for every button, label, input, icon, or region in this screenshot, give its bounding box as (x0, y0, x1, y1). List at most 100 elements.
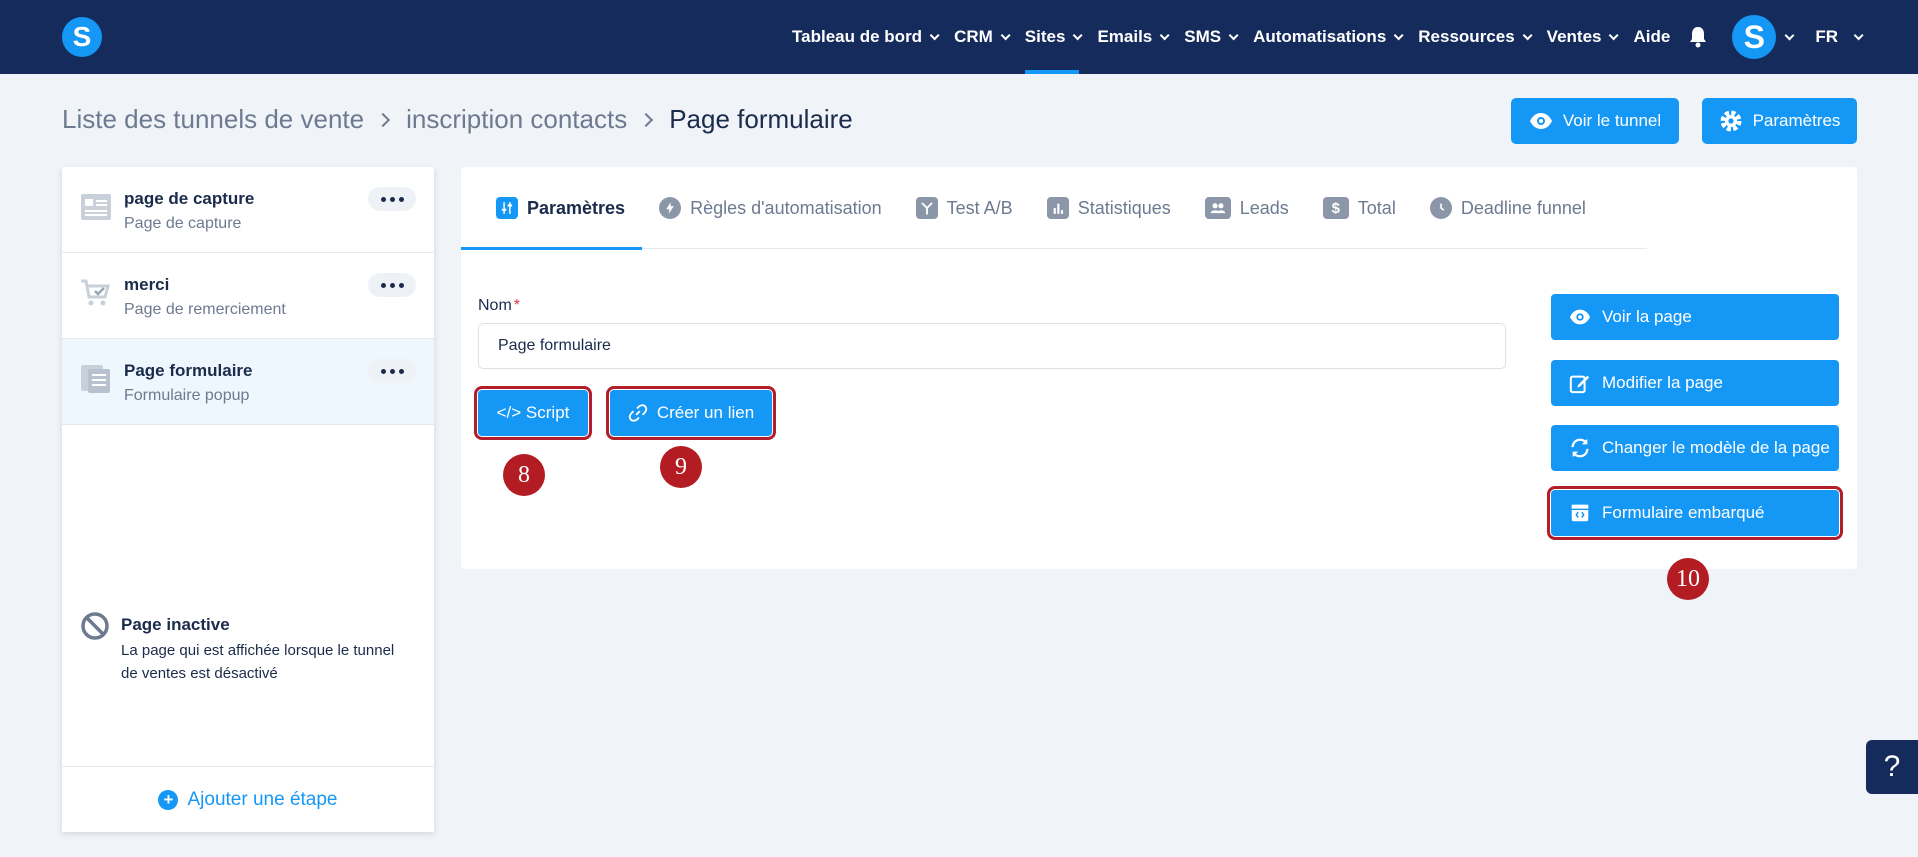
add-step-label: Ajouter une étape (187, 788, 338, 810)
breadcrumb-funnel[interactable]: inscription contacts (406, 104, 627, 135)
step-subtitle: Page de remerciement (124, 301, 286, 318)
chevron-down-icon (1522, 29, 1533, 40)
bell-icon[interactable] (1688, 26, 1708, 48)
nav-item-label: Sites (1024, 27, 1066, 46)
settings-label: Paramètres (1752, 111, 1841, 130)
step-item[interactable]: page de capture Page de capture (62, 167, 434, 253)
form-page-icon (81, 365, 110, 393)
chevron-down-icon (1393, 29, 1404, 40)
nav-item-help[interactable]: Aide (1633, 0, 1670, 74)
clock-icon (1429, 197, 1452, 219)
tab-bar: Paramètres Règles d'automatisation Test … (461, 167, 1647, 250)
annotation-badge-10: 10 (1667, 558, 1709, 600)
dollar-icon: $ (1322, 197, 1349, 219)
breadcrumb: Liste des tunnels de vente inscription c… (62, 104, 853, 135)
nav-item-resources[interactable]: Ressources (1418, 0, 1533, 74)
script-label: </> Script (496, 403, 570, 422)
chevron-down-icon (929, 29, 940, 40)
edit-page-button[interactable]: Modifier la page (1551, 360, 1839, 406)
nav-item-dashboard[interactable]: Tableau de bord (792, 0, 940, 74)
more-options-button[interactable] (368, 359, 416, 383)
capture-page-icon (81, 194, 111, 220)
tab-deadline-funnel[interactable]: Deadline funnel (1413, 167, 1603, 249)
step-subtitle: Page de capture (124, 215, 242, 232)
inactive-page-description: La page qui est affichée lorsque le tunn… (121, 642, 395, 682)
chevron-down-icon (1073, 29, 1084, 40)
required-mark: * (513, 297, 521, 314)
language-selector[interactable]: FR (1815, 0, 1864, 74)
more-options-button[interactable] (368, 187, 416, 211)
change-template-label: Changer le modèle de la page (1602, 438, 1830, 457)
split-icon (915, 197, 938, 219)
code-window-icon (1571, 504, 1589, 522)
tab-total[interactable]: $ Total (1306, 167, 1413, 249)
more-options-button[interactable] (368, 273, 416, 297)
nav-item-sales[interactable]: Ventes (1546, 0, 1620, 74)
chevron-right-icon (639, 112, 654, 127)
embedded-form-button[interactable]: Formulaire embarqué (1547, 486, 1843, 540)
script-button[interactable]: </> Script (474, 386, 592, 440)
step-item[interactable]: Page formulaire Formulaire popup (62, 339, 434, 425)
create-link-label: Créer un lien (656, 403, 755, 422)
tab-label: Test A/B (946, 197, 1013, 218)
nav-item-sms[interactable]: SMS (1184, 0, 1239, 74)
nav-item-label: SMS (1184, 27, 1222, 46)
tab-label: Paramètres (527, 197, 626, 218)
chevron-down-icon (1159, 29, 1170, 40)
ban-icon (81, 612, 109, 640)
chevron-down-icon (1853, 29, 1864, 40)
inactive-page-title[interactable]: Page inactive (121, 615, 230, 635)
nav-item-label: Aide (1633, 27, 1671, 46)
page-settings-panel: Paramètres Règles d'automatisation Test … (461, 167, 1857, 569)
nav-item-label: Ressources (1418, 27, 1515, 46)
settings-button[interactable]: Paramètres (1702, 98, 1857, 144)
brand-logo[interactable]: S (62, 17, 102, 57)
chevron-down-icon (1228, 29, 1239, 40)
refresh-icon (1571, 438, 1589, 458)
gear-icon (1720, 110, 1742, 132)
view-funnel-button[interactable]: Voir le tunnel (1511, 98, 1679, 144)
add-step-button[interactable]: + Ajouter une étape (62, 766, 434, 832)
sliders-icon (496, 197, 518, 219)
tab-label: Règles d'automatisation (690, 197, 882, 218)
nav-item-crm[interactable]: CRM (954, 0, 1011, 74)
step-title: page de capture (124, 189, 255, 208)
chevron-down-icon (1609, 29, 1620, 40)
name-field-label: Nom * (478, 297, 520, 315)
step-subtitle: Formulaire popup (124, 387, 250, 404)
page-title: Page formulaire (669, 104, 853, 134)
eye-icon (1569, 309, 1591, 325)
cart-check-icon (81, 279, 110, 306)
nav-item-label: Ventes (1546, 27, 1602, 46)
tab-label: Leads (1239, 197, 1289, 218)
tab-label: Statistiques (1077, 197, 1171, 218)
change-template-button[interactable]: Changer le modèle de la page (1551, 425, 1839, 471)
language-label: FR (1815, 27, 1838, 46)
breadcrumb-funnel-list[interactable]: Liste des tunnels de vente (62, 104, 364, 135)
view-page-label: Voir la page (1602, 307, 1692, 326)
nav-item-label: Emails (1097, 27, 1153, 46)
embedded-form-label: Formulaire embarqué (1602, 503, 1765, 522)
create-link-button[interactable]: Créer un lien (606, 386, 776, 440)
edit-icon (1569, 375, 1590, 394)
tab-leads[interactable]: Leads (1188, 167, 1306, 249)
view-funnel-label: Voir le tunnel (1562, 111, 1662, 130)
user-avatar[interactable]: S (1732, 15, 1777, 59)
nav-item-automations[interactable]: Automatisations (1253, 0, 1404, 74)
tab-statistics[interactable]: Statistiques (1030, 167, 1188, 249)
chevron-down-icon[interactable] (1784, 30, 1795, 40)
tab-ab-test[interactable]: Test A/B (899, 167, 1030, 249)
tab-automation-rules[interactable]: Règles d'automatisation (642, 167, 899, 249)
nav-item-sites[interactable]: Sites (1024, 0, 1084, 74)
name-input[interactable] (478, 323, 1506, 369)
step-item[interactable]: merci Page de remerciement (62, 253, 434, 339)
bolt-icon (659, 197, 682, 219)
chevron-down-icon (1000, 29, 1011, 40)
nav-item-emails[interactable]: Emails (1097, 0, 1170, 74)
view-page-button[interactable]: Voir la page (1551, 294, 1839, 340)
tab-parametres[interactable]: Paramètres (461, 167, 643, 250)
tab-label: Total (1357, 197, 1396, 218)
funnel-steps-sidebar: page de capture Page de capture merci Pa… (62, 167, 434, 832)
help-button[interactable]: ? (1866, 740, 1918, 794)
top-navbar: S Tableau de bord CRM Sites Emails SMS A… (0, 0, 1918, 74)
